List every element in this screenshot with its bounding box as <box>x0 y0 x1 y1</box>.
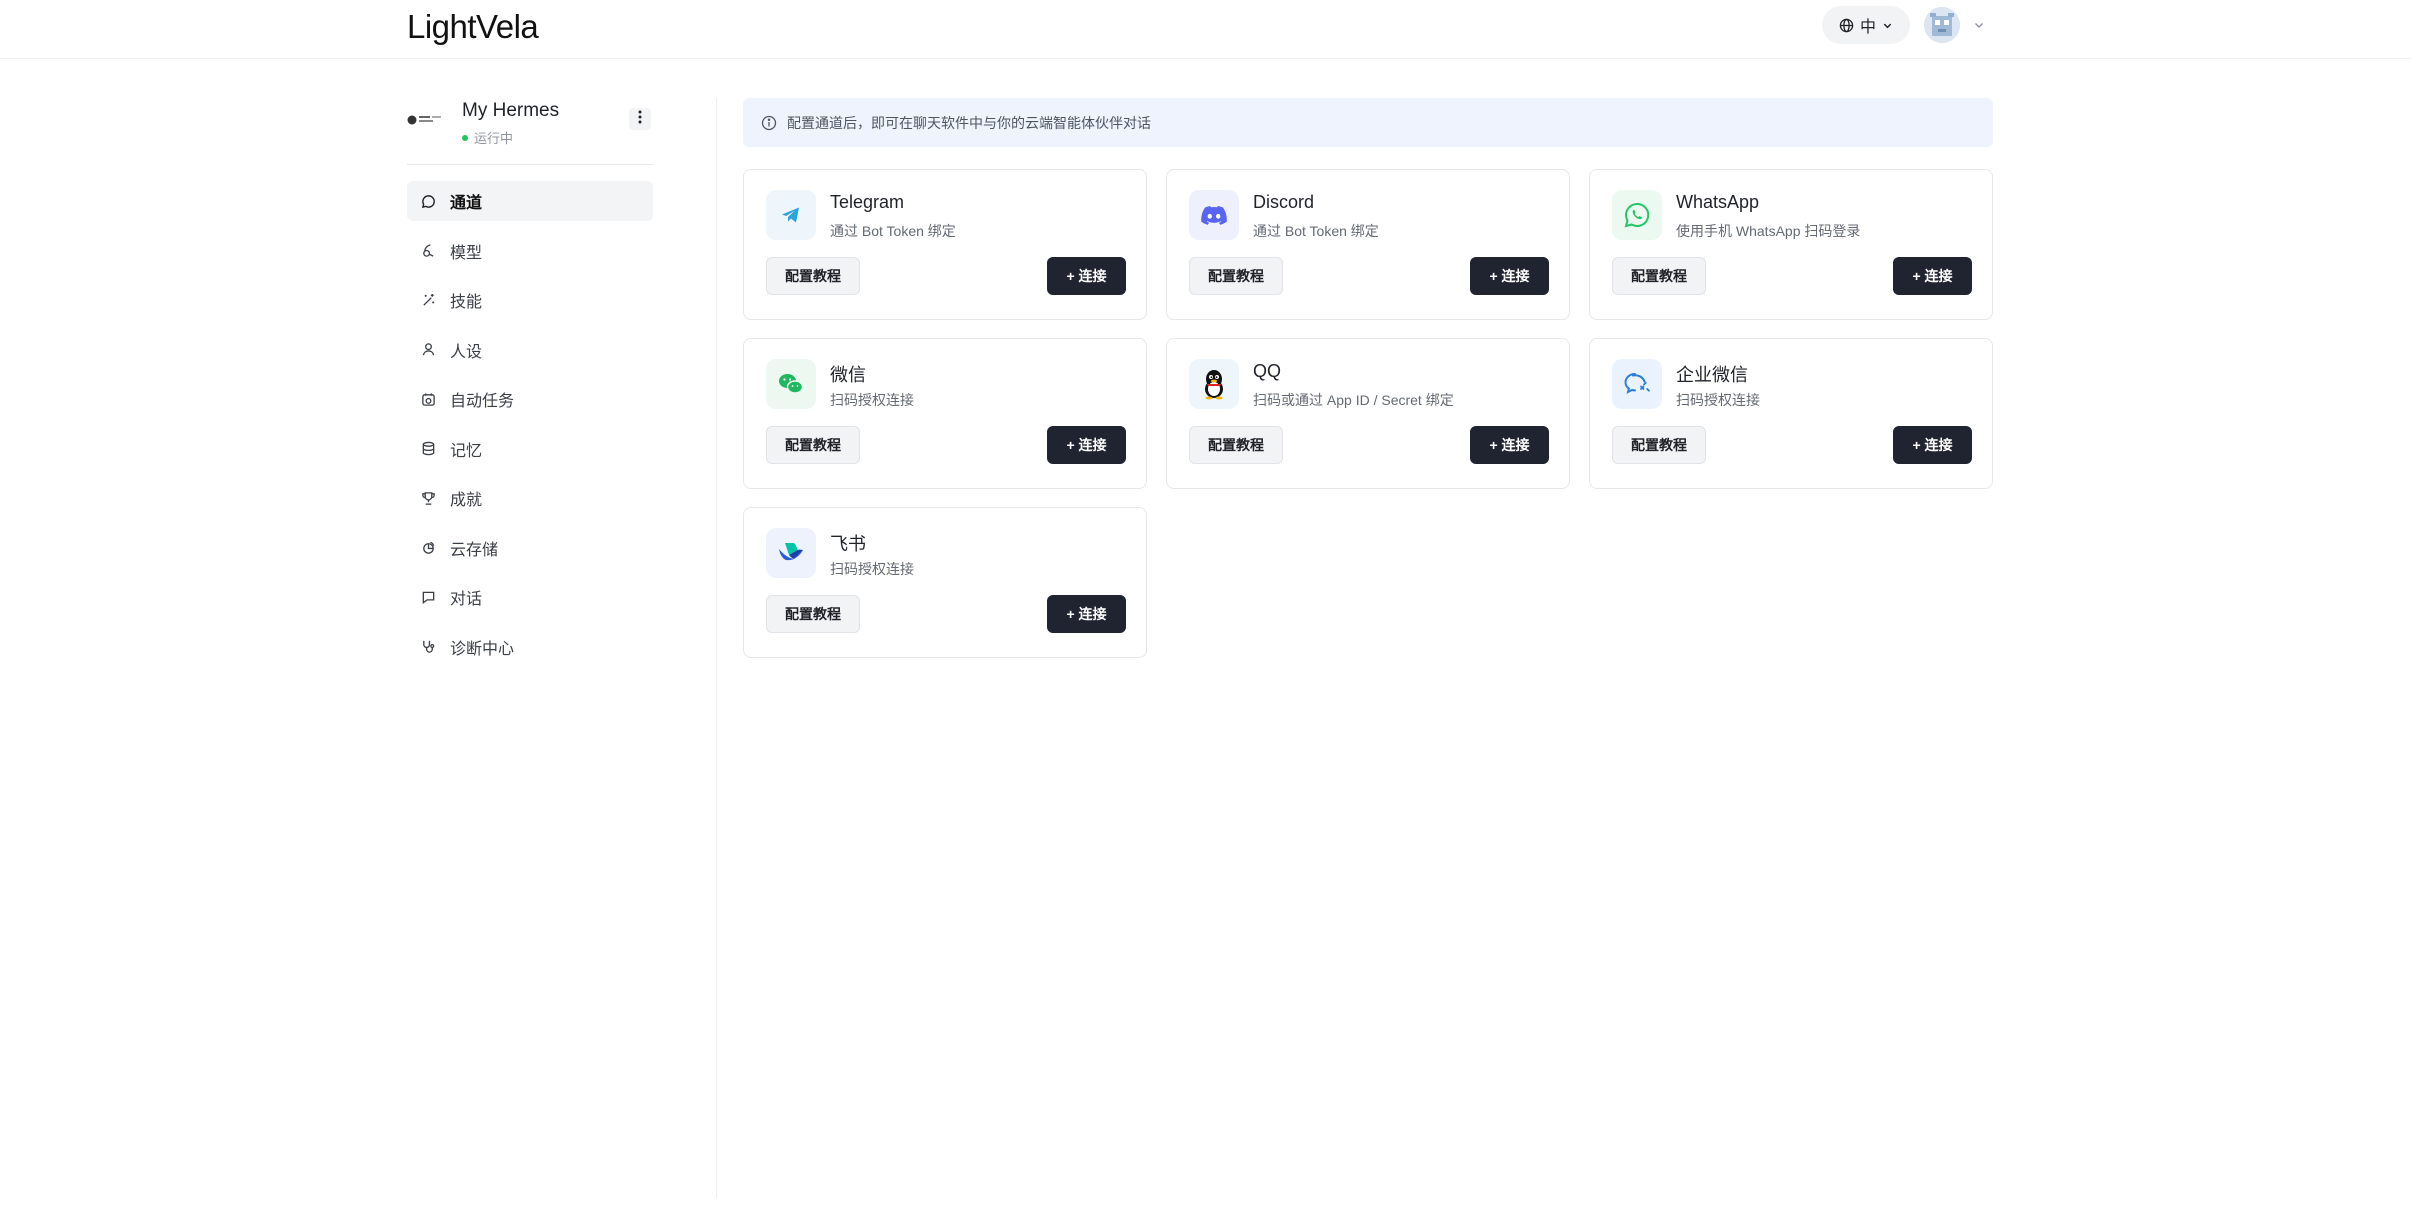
account-chevron-icon[interactable] <box>1973 18 1985 36</box>
calendar-clock-icon <box>420 391 436 407</box>
sidebar-item-label: 云存储 <box>450 541 499 559</box>
user-avatar[interactable] <box>1924 7 1960 43</box>
feishu-icon <box>766 528 816 578</box>
card-title: 飞书 <box>830 534 866 554</box>
banner-text: 配置通道后，即可在聊天软件中与你的云端智能体伙伴对话 <box>787 114 1151 131</box>
trophy-icon <box>420 490 436 506</box>
card-description: 扫码或通过 App ID / Secret 绑定 <box>1253 392 1454 408</box>
card-title: QQ <box>1253 361 1282 381</box>
config-guide-button[interactable]: 配置教程 <box>766 426 860 464</box>
card-title: Discord <box>1253 192 1315 212</box>
discord-icon <box>1189 190 1239 240</box>
telegram-icon <box>766 190 816 240</box>
sidebar-item-label: 对话 <box>450 591 483 608</box>
app-logo[interactable]: LightVela <box>407 8 539 46</box>
channel-card-telegram: Telegram 通过 Bot Token 绑定 配置教程 + 连接 <box>743 169 1147 320</box>
channel-card-qq: QQ 扫码或通过 App ID / Secret 绑定 配置教程 + 连接 <box>1166 338 1570 489</box>
sidebar-item-label: 诊断中心 <box>450 640 515 658</box>
channel-card-wechat: 微信 扫码授权连接 配置教程 + 连接 <box>743 338 1147 489</box>
qq-penguin-icon <box>1189 359 1239 409</box>
channel-card-wecom: 企业微信 扫码授权连接 配置教程 + 连接 <box>1589 338 1993 489</box>
config-guide-button[interactable]: 配置教程 <box>1189 426 1283 464</box>
sidebar-item-cloud-storage[interactable]: 云存储 <box>407 528 653 568</box>
sidebar-item-label: 人设 <box>450 343 483 361</box>
sidebar-item-label: 通道 <box>450 195 483 212</box>
agent-profile: My Hermes 运行中 <box>407 92 653 165</box>
cloud-storage-icon <box>420 540 436 556</box>
sidebar-item-diagnostics[interactable]: 诊断中心 <box>407 627 653 667</box>
wecom-icon <box>1612 359 1662 409</box>
sidebar-item-label: 成就 <box>450 492 483 509</box>
info-banner: 配置通道后，即可在聊天软件中与你的云端智能体伙伴对话 <box>743 98 1993 147</box>
channel-card-whatsapp: WhatsApp 使用手机 WhatsApp 扫码登录 配置教程 + 连接 <box>1589 169 1993 320</box>
sidebar-item-label: 自动任务 <box>450 393 515 410</box>
card-title: 企业微信 <box>1676 365 1748 385</box>
connect-button[interactable]: + 连接 <box>1470 257 1549 295</box>
sidebar-item-label: 技能 <box>450 294 483 311</box>
card-description: 使用手机 WhatsApp 扫码登录 <box>1676 223 1861 239</box>
connect-button[interactable]: + 连接 <box>1047 257 1126 295</box>
content-divider <box>716 98 717 1198</box>
config-guide-button[interactable]: 配置教程 <box>766 257 860 295</box>
sidebar-item-achievements[interactable]: 成就 <box>407 478 653 518</box>
card-description: 扫码授权连接 <box>830 561 914 577</box>
vertical-dots-icon <box>638 110 642 129</box>
agent-name: My Hermes <box>462 100 560 121</box>
language-switcher[interactable]: 中 <box>1822 6 1910 44</box>
status-text: 运行中 <box>474 131 514 146</box>
database-icon <box>420 441 436 457</box>
message-icon <box>420 589 436 605</box>
config-guide-button[interactable]: 配置教程 <box>766 595 860 633</box>
card-description: 扫码授权连接 <box>830 392 914 408</box>
card-description: 扫码授权连接 <box>1676 392 1760 408</box>
config-guide-button[interactable]: 配置教程 <box>1612 257 1706 295</box>
sidebar-item-persona[interactable]: 人设 <box>407 330 653 370</box>
connect-button[interactable]: + 连接 <box>1893 426 1972 464</box>
sidebar-item-auto-tasks[interactable]: 自动任务 <box>407 379 653 419</box>
config-guide-button[interactable]: 配置教程 <box>1612 426 1706 464</box>
info-icon <box>761 115 777 131</box>
whatsapp-icon <box>1612 190 1662 240</box>
sidebar: My Hermes 运行中 通道 模型 技能 人设 自动任务 记忆 成就 云存储… <box>407 92 653 676</box>
top-header: LightVela 中 <box>0 0 2411 59</box>
sidebar-item-conversations[interactable]: 对话 <box>407 577 653 617</box>
sidebar-item-models[interactable]: 模型 <box>407 231 653 271</box>
connect-button[interactable]: + 连接 <box>1047 595 1126 633</box>
globe-icon <box>1839 18 1854 33</box>
connect-button[interactable]: + 连接 <box>1047 426 1126 464</box>
agent-logo-icon <box>407 112 443 128</box>
card-title: WhatsApp <box>1676 192 1760 212</box>
sidebar-item-skills[interactable]: 技能 <box>407 280 653 320</box>
card-title: Telegram <box>830 192 905 212</box>
magic-wand-icon <box>420 292 436 308</box>
wechat-icon <box>766 359 816 409</box>
channel-card-discord: Discord 通过 Bot Token 绑定 配置教程 + 连接 <box>1166 169 1570 320</box>
config-guide-button[interactable]: 配置教程 <box>1189 257 1283 295</box>
card-title: 微信 <box>830 365 866 385</box>
chat-bubble-icon <box>420 193 436 209</box>
status-dot-icon <box>462 134 468 141</box>
chevron-down-icon <box>1882 20 1893 31</box>
sidebar-nav: 通道 模型 技能 人设 自动任务 记忆 成就 云存储 对话 诊断中心 <box>407 181 653 667</box>
sidebar-item-label: 模型 <box>450 244 483 262</box>
agent-status: 运行中 <box>462 128 513 147</box>
sidebar-item-label: 记忆 <box>450 442 483 460</box>
language-label: 中 <box>1859 19 1876 36</box>
connect-button[interactable]: + 连接 <box>1893 257 1972 295</box>
connect-button[interactable]: + 连接 <box>1470 426 1549 464</box>
sidebar-item-channels[interactable]: 通道 <box>407 181 653 221</box>
card-description: 通过 Bot Token 绑定 <box>830 223 956 239</box>
model-icon <box>420 243 436 259</box>
person-icon <box>420 342 436 358</box>
sidebar-item-memory[interactable]: 记忆 <box>407 429 653 469</box>
stethoscope-icon <box>420 639 436 655</box>
card-description: 通过 Bot Token 绑定 <box>1253 223 1379 239</box>
more-options-button[interactable] <box>629 108 651 130</box>
channel-card-feishu: 飞书 扫码授权连接 配置教程 + 连接 <box>743 507 1147 658</box>
